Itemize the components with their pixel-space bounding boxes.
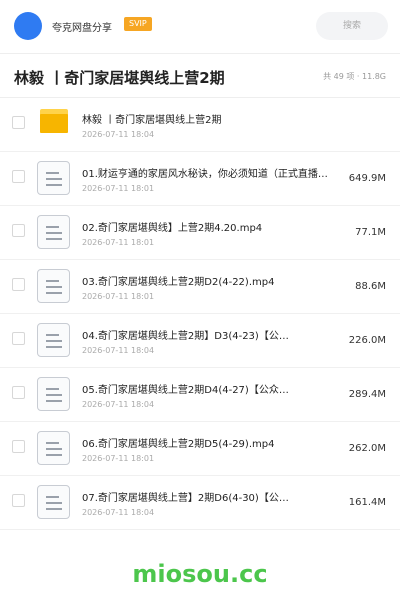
page-title: 林毅 丨奇门家居堪舆线上营2期: [14, 69, 225, 87]
svip-badge[interactable]: SVIP: [124, 17, 152, 31]
folder-icon: [40, 109, 68, 133]
file-size: 226.0M: [348, 335, 386, 346]
file-name: 03.奇门家居堪舆线上营2期D2(4-22).mp4: [82, 277, 275, 288]
file-date: 2026-07-11 18:01: [82, 238, 155, 247]
file-date: 2026-07-11 18:01: [82, 184, 155, 193]
search-input[interactable]: 搜索: [316, 12, 388, 40]
file-icon: [37, 431, 70, 465]
file-icon: [37, 485, 70, 519]
file-date: 2026-07-11 18:01: [82, 292, 155, 301]
file-name: 01.财运亨通的家居风水秘诀，你必须知道（正式直播…: [82, 169, 328, 180]
file-date: 2026-07-11 18:01: [82, 454, 155, 463]
file-name: 02.奇门家居堪舆线】上营2期4.20.mp4: [82, 223, 263, 234]
row-checkbox[interactable]: [12, 332, 25, 345]
file-size: 262.0M: [348, 443, 386, 454]
row-checkbox[interactable]: [12, 494, 25, 507]
list-item[interactable]: 03.奇门家居堪舆线上营2期D2(4-22).mp4 2026-07-11 18…: [0, 260, 400, 314]
avatar[interactable]: [14, 12, 42, 40]
file-size: 88.6M: [355, 281, 386, 292]
list-item[interactable]: 01.财运亨通的家居风水秘诀，你必须知道（正式直播… 2026-07-11 18…: [0, 152, 400, 206]
file-list: 林毅 丨奇门家居堪舆线上营2期 2026-07-11 18:04 01.财运亨通…: [0, 98, 400, 530]
file-date: 2026-07-11 18:04: [82, 508, 155, 517]
row-checkbox[interactable]: [12, 278, 25, 291]
file-name: 04.奇门家居堪舆线上营2期】D3(4-23)【公…: [82, 331, 289, 342]
list-item[interactable]: 07.奇门家居堪舆线上营】2期D6(4-30)【公… 2026-07-11 18…: [0, 476, 400, 530]
folder-stats: 共 49 项 · 11.8G: [323, 72, 386, 81]
list-item[interactable]: 05.奇门家居堪舆线上营2期D4(4-27)【公众… 2026-07-11 18…: [0, 368, 400, 422]
file-name: 05.奇门家居堪舆线上营2期D4(4-27)【公众…: [82, 385, 289, 396]
file-size: 77.1M: [355, 227, 386, 238]
file-icon: [37, 377, 70, 411]
row-checkbox[interactable]: [12, 224, 25, 237]
file-name: 06.奇门家居堪舆线上营2期D5(4-29).mp4: [82, 439, 275, 450]
file-icon: [37, 269, 70, 303]
row-checkbox[interactable]: [12, 386, 25, 399]
row-checkbox[interactable]: [12, 170, 25, 183]
app-name: 夸克网盘分享: [52, 23, 112, 34]
file-size: 649.9M: [348, 173, 386, 184]
watermark: miosou.cc: [132, 560, 268, 588]
file-date: 2026-07-11 18:04: [82, 346, 155, 355]
file-icon: [37, 161, 70, 195]
file-icon: [37, 215, 70, 249]
app-header: 夸克网盘分享 SVIP 搜索: [0, 0, 400, 54]
file-date: 2026-07-11 18:04: [82, 400, 155, 409]
file-size: 289.4M: [348, 389, 386, 400]
file-icon: [37, 323, 70, 357]
row-checkbox[interactable]: [12, 116, 25, 129]
list-item[interactable]: 02.奇门家居堪舆线】上营2期4.20.mp4 2026-07-11 18:01…: [0, 206, 400, 260]
file-name: 07.奇门家居堪舆线上营】2期D6(4-30)【公…: [82, 493, 289, 504]
list-item[interactable]: 04.奇门家居堪舆线上营2期】D3(4-23)【公… 2026-07-11 18…: [0, 314, 400, 368]
list-item[interactable]: 林毅 丨奇门家居堪舆线上营2期 2026-07-11 18:04: [0, 98, 400, 152]
file-size: 161.4M: [348, 497, 386, 508]
file-date: 2026-07-11 18:04: [82, 130, 155, 139]
file-name: 林毅 丨奇门家居堪舆线上营2期: [82, 115, 222, 126]
folder-title-row: 林毅 丨奇门家居堪舆线上营2期 共 49 项 · 11.8G: [0, 54, 400, 98]
row-checkbox[interactable]: [12, 440, 25, 453]
list-item[interactable]: 06.奇门家居堪舆线上营2期D5(4-29).mp4 2026-07-11 18…: [0, 422, 400, 476]
